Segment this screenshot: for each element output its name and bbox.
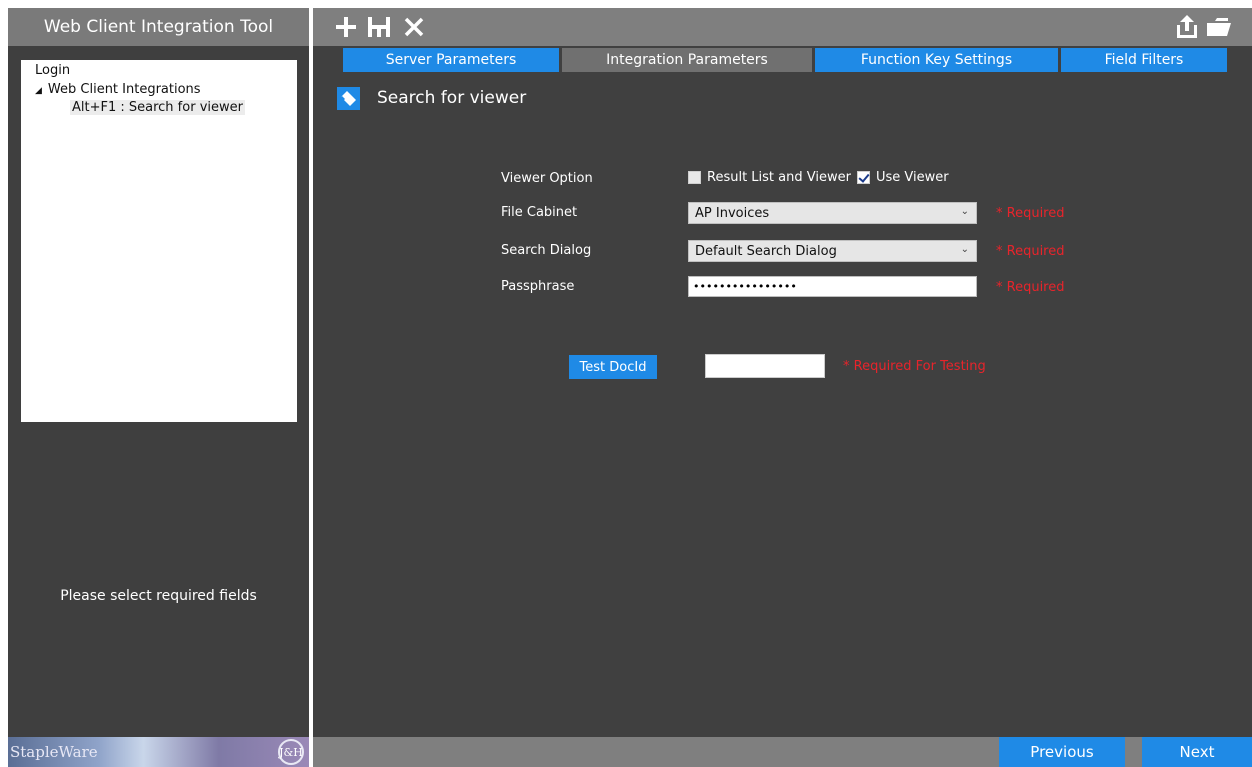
- pencil-icon: [337, 86, 360, 110]
- tab-bar: Server Parameters Integration Parameters…: [343, 48, 1227, 72]
- app-window: Web Client Integration Tool Login ◢ Web C…: [0, 0, 1252, 767]
- page-header: Search for viewer: [337, 85, 526, 111]
- file-cabinet-select[interactable]: AP Invoices ⌄: [688, 202, 977, 224]
- search-dialog-required: * Required: [996, 244, 1065, 259]
- passphrase-input[interactable]: ••••••••••••••••: [688, 276, 977, 297]
- tab-integration-parameters[interactable]: Integration Parameters: [562, 48, 812, 72]
- integration-tree: Login ◢ Web Client Integrations Alt+F1 : …: [21, 60, 297, 422]
- export-icon[interactable]: [1172, 12, 1202, 42]
- passphrase-label: Passphrase: [501, 279, 575, 294]
- page-title: Search for viewer: [377, 88, 527, 108]
- close-icon[interactable]: [399, 12, 429, 42]
- sidebar: Web Client Integration Tool Login ◢ Web C…: [8, 8, 309, 767]
- toolbar: [313, 8, 1252, 46]
- previous-button[interactable]: Previous: [999, 737, 1125, 767]
- status-hint: Please select required fields: [60, 588, 257, 604]
- use-viewer-label: Use Viewer: [875, 170, 949, 185]
- next-button[interactable]: Next: [1142, 737, 1252, 767]
- test-docid-required: * Required For Testing: [843, 359, 986, 374]
- result-list-and-viewer-label: Result List and Viewer: [707, 170, 851, 185]
- search-dialog-value: Default Search Dialog: [695, 243, 837, 259]
- search-dialog-select[interactable]: Default Search Dialog ⌄: [688, 240, 977, 262]
- result-list-and-viewer-checkbox[interactable]: [688, 171, 701, 184]
- viewer-option-label: Viewer Option: [501, 171, 593, 186]
- tree-item-web-client-integrations[interactable]: ◢ Web Client Integrations: [35, 82, 201, 97]
- tab-field-filters[interactable]: Field Filters: [1061, 48, 1227, 72]
- jh-logo: J&H: [278, 739, 304, 765]
- test-docid-button[interactable]: Test DocId: [569, 355, 657, 379]
- add-icon[interactable]: [331, 12, 361, 42]
- file-cabinet-label: File Cabinet: [501, 205, 578, 220]
- passphrase-required: * Required: [996, 280, 1065, 295]
- app-title: Web Client Integration Tool: [8, 8, 309, 46]
- folder-icon[interactable]: [1204, 12, 1234, 42]
- expand-arrow-icon[interactable]: ◢: [35, 86, 42, 96]
- tab-server-parameters[interactable]: Server Parameters: [343, 48, 559, 72]
- viewer-option-group: Result List and Viewer Use Viewer: [688, 170, 949, 185]
- file-cabinet-required: * Required: [996, 206, 1065, 221]
- tree-item-login[interactable]: Login: [35, 63, 70, 78]
- chevron-down-icon: ⌄: [960, 206, 969, 217]
- brand-logo-bar: StapleWare J&H: [8, 737, 309, 767]
- use-viewer-checkbox[interactable]: [856, 171, 870, 184]
- bottom-nav-bar: Previous Next: [313, 737, 1252, 767]
- file-cabinet-value: AP Invoices: [695, 205, 770, 221]
- tab-function-key-settings[interactable]: Function Key Settings: [815, 48, 1058, 72]
- stapleware-logo: StapleWare: [10, 743, 98, 761]
- search-dialog-label: Search Dialog: [501, 243, 592, 258]
- test-docid-input[interactable]: [705, 354, 825, 378]
- tree-item-label: Web Client Integrations: [47, 82, 201, 97]
- save-icon[interactable]: [364, 12, 394, 42]
- tree-item-search-for-viewer[interactable]: Alt+F1 : Search for viewer: [70, 100, 245, 115]
- main-panel: Server Parameters Integration Parameters…: [313, 8, 1252, 767]
- chevron-down-icon: ⌄: [960, 244, 969, 255]
